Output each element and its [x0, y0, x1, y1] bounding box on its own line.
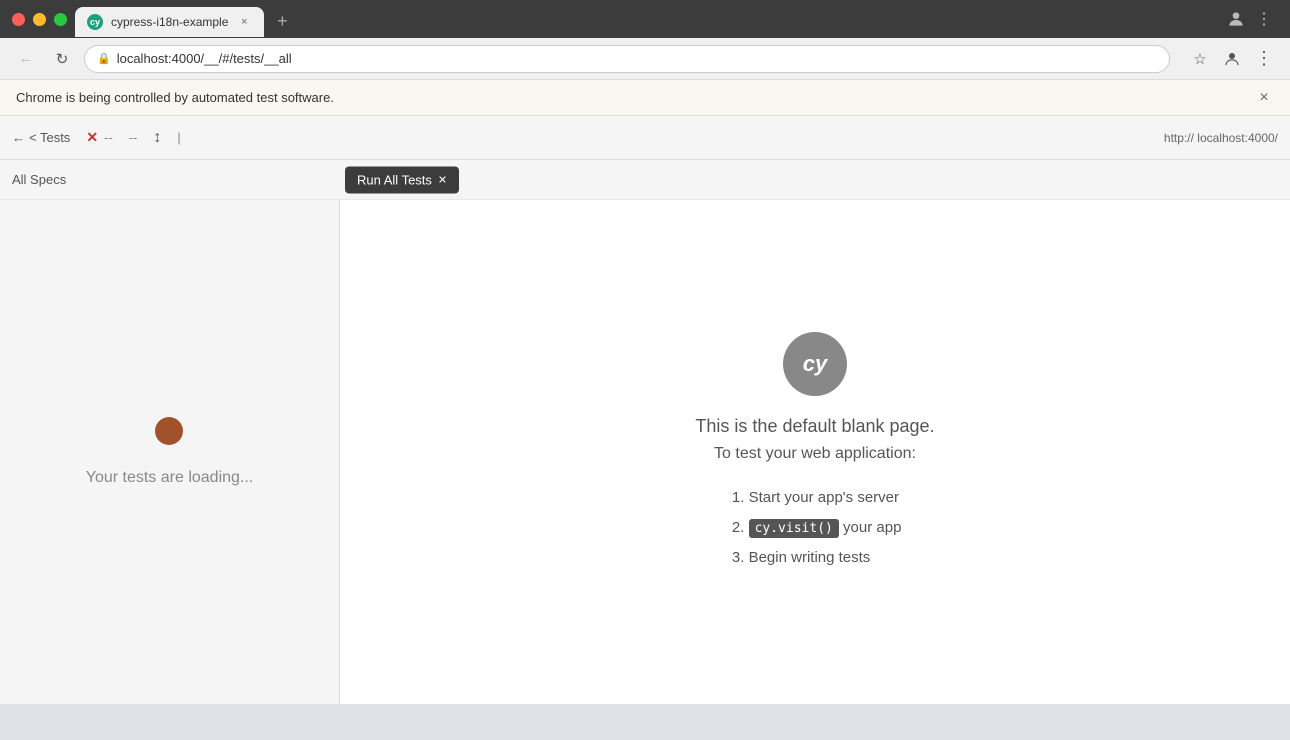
sort-icon[interactable]: ↕ [153, 129, 161, 147]
dash2: -- [129, 130, 138, 145]
cy-visit-code: cy.visit() [749, 519, 839, 538]
profile-icon [1222, 5, 1250, 33]
close-window-button[interactable] [12, 13, 25, 26]
step-1: Start your app's server [749, 483, 902, 513]
app-url-display: http:// localhost:4000/ [1164, 131, 1278, 145]
preview-pane: cy This is the default blank page. To te… [340, 200, 1290, 704]
automation-banner: Chrome is being controlled by automated … [0, 80, 1290, 116]
minimize-window-button[interactable] [33, 13, 46, 26]
dash1: -- [104, 130, 113, 145]
address-bar[interactable]: 🔒 localhost:4000/__/#/tests/__all [84, 45, 1170, 73]
run-all-label: Run All Tests [357, 172, 432, 187]
tab-close-button[interactable]: × [236, 14, 252, 30]
run-all-tests-button[interactable]: Run All Tests ✕ [345, 166, 459, 193]
run-all-icon: ✕ [438, 173, 447, 186]
step-2: cy.visit() your app [749, 513, 902, 543]
loading-container: Your tests are loading... [86, 417, 254, 487]
blank-page-title: This is the default blank page. [695, 416, 934, 437]
tests-pane: Your tests are loading... [0, 200, 340, 704]
step-2-suffix: your app [843, 519, 901, 536]
new-tab-button[interactable]: + [268, 7, 296, 35]
maximize-window-button[interactable] [54, 13, 67, 26]
browser-tab[interactable]: cy cypress-i18n-example × [75, 7, 264, 37]
tab-favicon: cy [87, 14, 103, 30]
step-3: Begin writing tests [749, 543, 902, 573]
automation-text: Chrome is being controlled by automated … [16, 90, 334, 105]
loading-spinner [155, 417, 183, 445]
cypress-subbar: All Specs Run All Tests ✕ [0, 160, 1290, 200]
tab-bar: cy cypress-i18n-example × + ⋮ [75, 1, 1278, 37]
lock-icon: 🔒 [97, 52, 111, 65]
fail-icon: ✕ [86, 129, 98, 146]
loading-text: Your tests are loading... [86, 469, 254, 487]
cypress-split-pane: Your tests are loading... cy This is the… [0, 200, 1290, 704]
back-arrow-icon: ← [12, 130, 25, 145]
toolbar-status: ✕ -- [86, 129, 112, 146]
title-bar: cy cypress-i18n-example × + ⋮ [0, 0, 1290, 38]
browser-chrome: cy cypress-i18n-example × + ⋮ ← ↻ 🔒 loca… [0, 0, 1290, 704]
tab-title: cypress-i18n-example [111, 15, 228, 29]
omnibox-bar: ← ↻ 🔒 localhost:4000/__/#/tests/__all ☆ … [0, 38, 1290, 80]
back-to-tests-button[interactable]: ← < Tests [12, 130, 70, 145]
pipe-separator: | [177, 130, 180, 145]
cypress-toolbar: ← < Tests ✕ -- -- ↕ | http:// localhost:… [0, 116, 1290, 160]
url-display: localhost:4000/__/#/tests/__all [117, 51, 1157, 66]
blank-page-subtitle: To test your web application: [714, 445, 916, 463]
cypress-runner: ← < Tests ✕ -- -- ↕ | http:// localhost:… [0, 116, 1290, 704]
chrome-menu-button[interactable]: ⋮ [1250, 45, 1278, 73]
account-button[interactable] [1218, 45, 1246, 73]
back-label: < Tests [29, 130, 70, 145]
cypress-logo: cy [783, 332, 847, 396]
blank-page-steps: Start your app's server cy.visit() your … [749, 483, 902, 573]
bookmark-button[interactable]: ☆ [1186, 45, 1214, 73]
traffic-lights [12, 13, 67, 26]
back-button[interactable]: ← [12, 45, 40, 73]
refresh-button[interactable]: ↻ [48, 45, 76, 73]
all-specs-label: All Specs [12, 172, 66, 187]
banner-close-button[interactable]: × [1254, 88, 1274, 108]
browser-menu-icon[interactable]: ⋮ [1250, 5, 1278, 33]
browser-actions: ☆ ⋮ [1186, 45, 1278, 73]
